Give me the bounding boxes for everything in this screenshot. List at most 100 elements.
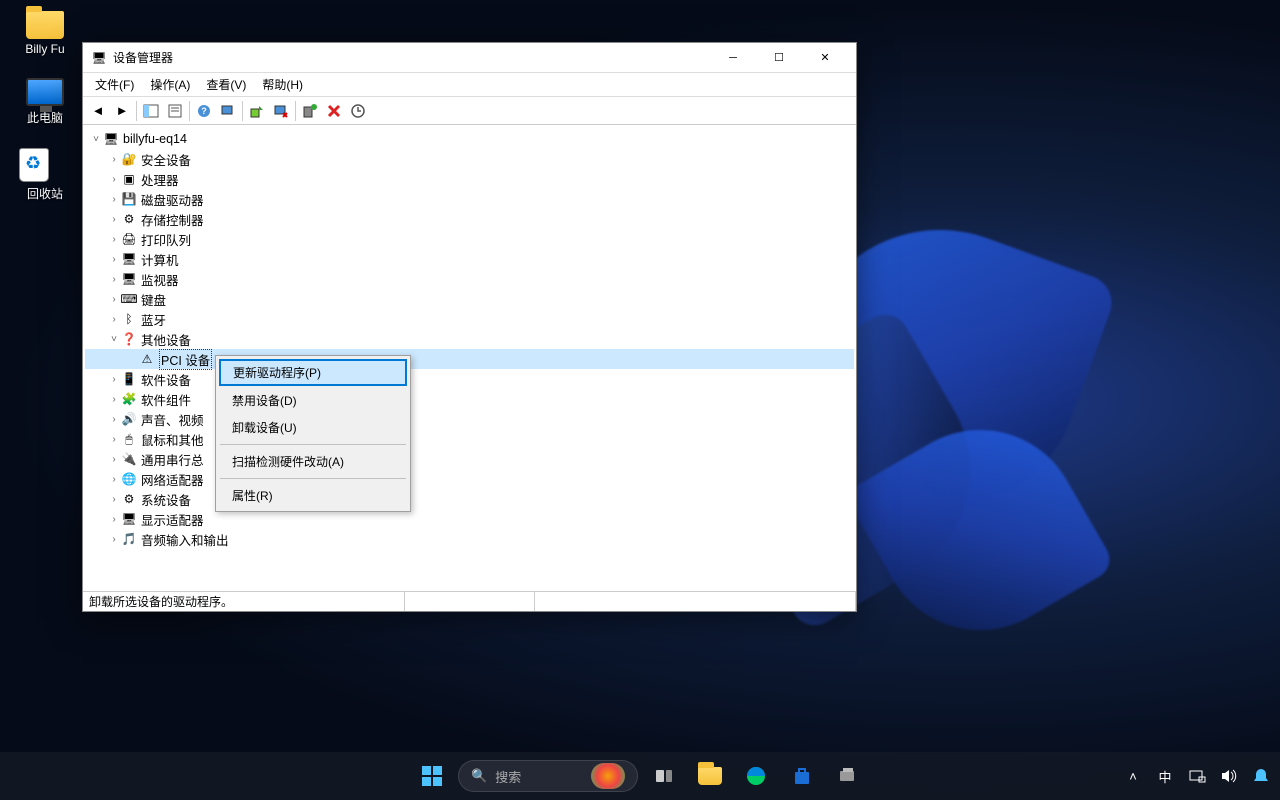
tree-category-node[interactable]: ›🖥显示适配器 <box>85 509 854 529</box>
context-menu-item[interactable]: 扫描检测硬件改动(A) <box>218 448 408 475</box>
disable-device-button[interactable] <box>269 99 293 123</box>
tree-category-node[interactable]: ›🌐网络适配器 <box>85 469 854 489</box>
tree-category-node[interactable]: ›📱软件设备 <box>85 369 854 389</box>
tree-device-node[interactable]: ⚠PCI 设备 <box>85 349 854 369</box>
tree-node-label: 软件组件 <box>141 390 191 409</box>
desktop-icon-this-pc[interactable]: 此电脑 <box>15 78 75 126</box>
tree-node-label: 安全设备 <box>141 150 191 169</box>
tree-node-label: 软件设备 <box>141 370 191 389</box>
edge-button[interactable] <box>736 756 776 796</box>
menu-action[interactable]: 操作(A) <box>142 74 198 95</box>
context-menu-item[interactable]: 更新驱动程序(P) <box>219 359 407 386</box>
tree-category-node[interactable]: ›▣处理器 <box>85 169 854 189</box>
tree-category-node[interactable]: ›🖥计算机 <box>85 249 854 269</box>
menu-help[interactable]: 帮助(H) <box>254 74 311 95</box>
device-manager-window: 🖥 设备管理器 ─ ☐ ✕ 文件(F) 操作(A) 查看(V) 帮助(H) ◄ … <box>82 42 857 612</box>
tree-category-node[interactable]: ›💾磁盘驱动器 <box>85 189 854 209</box>
search-placeholder: 搜索 <box>495 767 521 786</box>
tree-category-node[interactable]: ›🖥监视器 <box>85 269 854 289</box>
tree-node-label: 显示适配器 <box>141 510 204 529</box>
help-button[interactable]: ? <box>192 99 216 123</box>
ime-indicator[interactable]: 中 <box>1154 765 1176 787</box>
properties-button[interactable] <box>163 99 187 123</box>
network-icon[interactable] <box>1186 765 1208 787</box>
task-view-button[interactable] <box>644 756 684 796</box>
tree-node-label: 打印队列 <box>141 230 191 249</box>
uninstall-button[interactable] <box>322 99 346 123</box>
category-icon: 💾 <box>121 191 137 207</box>
tree-root-node[interactable]: ˅🖥billyfu-eq14 <box>85 129 854 149</box>
window-title: 设备管理器 <box>113 49 710 66</box>
tree-category-node[interactable]: ›🔊声音、视频 <box>85 409 854 429</box>
category-icon: ❓ <box>121 331 137 347</box>
toolbar-separator <box>189 101 190 121</box>
close-button[interactable]: ✕ <box>802 44 848 72</box>
taskbar-app-button[interactable] <box>828 756 868 796</box>
tree-node-label: 网络适配器 <box>141 470 204 489</box>
notifications-icon[interactable] <box>1250 765 1272 787</box>
tree-category-node[interactable]: ›⚙系统设备 <box>85 489 854 509</box>
category-icon: ⚙ <box>121 211 137 227</box>
store-button[interactable] <box>782 756 822 796</box>
menu-view[interactable]: 查看(V) <box>198 74 254 95</box>
toolbar-separator <box>295 101 296 121</box>
tree-category-node[interactable]: ›🔐安全设备 <box>85 149 854 169</box>
tree-node-label: PCI 设备 <box>159 349 212 370</box>
add-legacy-hardware-button[interactable] <box>298 99 322 123</box>
tree-node-label: 鼠标和其他 <box>141 430 204 449</box>
toolbar-separator <box>242 101 243 121</box>
svg-text:?: ? <box>201 106 207 116</box>
category-icon: 📱 <box>121 371 137 387</box>
tree-category-node[interactable]: ›⚙存储控制器 <box>85 209 854 229</box>
volume-icon[interactable] <box>1218 765 1240 787</box>
search-icon: 🔍 <box>471 768 487 784</box>
back-button[interactable]: ◄ <box>86 99 110 123</box>
tray-chevron-icon[interactable]: ˄ <box>1122 765 1144 787</box>
status-bar: 卸载所选设备的驱动程序。 <box>83 591 856 611</box>
category-icon: ▣ <box>121 171 137 187</box>
taskbar-search[interactable]: 🔍 搜索 <box>458 760 638 792</box>
context-menu-item[interactable]: 卸载设备(U) <box>218 414 408 441</box>
tree-category-node[interactable]: ›🖱鼠标和其他 <box>85 429 854 449</box>
tree-category-node[interactable]: ˅❓其他设备 <box>85 329 854 349</box>
context-menu: 更新驱动程序(P)禁用设备(D)卸载设备(U) 扫描检测硬件改动(A) 属性(R) <box>215 355 411 512</box>
window-titlebar[interactable]: 🖥 设备管理器 ─ ☐ ✕ <box>83 43 856 73</box>
forward-button[interactable]: ► <box>110 99 134 123</box>
start-button[interactable] <box>412 756 452 796</box>
tree-category-node[interactable]: ›🎵音频输入和输出 <box>85 529 854 549</box>
category-icon: 🌐 <box>121 471 137 487</box>
tree-node-label: 监视器 <box>141 270 179 289</box>
scan-hardware-button[interactable] <box>216 99 240 123</box>
tree-node-label: 键盘 <box>141 290 166 309</box>
tree-node-label: 音频输入和输出 <box>141 530 229 549</box>
category-icon: ᛒ <box>121 311 137 327</box>
category-icon: ⌨ <box>121 291 137 307</box>
file-explorer-button[interactable] <box>690 756 730 796</box>
menu-file[interactable]: 文件(F) <box>87 74 142 95</box>
tree-category-node[interactable]: ›🔌通用串行总 <box>85 449 854 469</box>
status-cell <box>535 592 857 611</box>
tree-node-label: 计算机 <box>141 250 179 269</box>
status-text: 卸载所选设备的驱动程序。 <box>83 592 405 611</box>
device-tree[interactable]: ˅🖥billyfu-eq14›🔐安全设备›▣处理器›💾磁盘驱动器›⚙存储控制器›… <box>83 125 856 591</box>
devices-by-type-button[interactable] <box>346 99 370 123</box>
context-menu-item[interactable]: 禁用设备(D) <box>218 387 408 414</box>
tree-category-node[interactable]: ›🖨打印队列 <box>85 229 854 249</box>
search-decoration <box>591 763 625 789</box>
taskbar: 🔍 搜索 ˄ 中 <box>0 752 1280 800</box>
tree-category-node[interactable]: ›ᛒ蓝牙 <box>85 309 854 329</box>
desktop-icon-folder[interactable]: Billy Fu <box>15 11 75 56</box>
maximize-button[interactable]: ☐ <box>756 44 802 72</box>
tree-category-node[interactable]: ›🧩软件组件 <box>85 389 854 409</box>
tree-node-label: 蓝牙 <box>141 310 166 329</box>
desktop-icon-recycle-bin[interactable]: 回收站 <box>15 148 75 202</box>
folder-icon <box>26 11 64 39</box>
minimize-button[interactable]: ─ <box>710 44 756 72</box>
context-menu-item[interactable]: 属性(R) <box>218 482 408 509</box>
show-hide-console-button[interactable] <box>139 99 163 123</box>
update-driver-button[interactable] <box>245 99 269 123</box>
context-menu-separator <box>220 444 406 445</box>
desktop-icon-label: Billy Fu <box>15 42 75 56</box>
tree-category-node[interactable]: ›⌨键盘 <box>85 289 854 309</box>
category-icon: 🖨 <box>121 231 137 247</box>
